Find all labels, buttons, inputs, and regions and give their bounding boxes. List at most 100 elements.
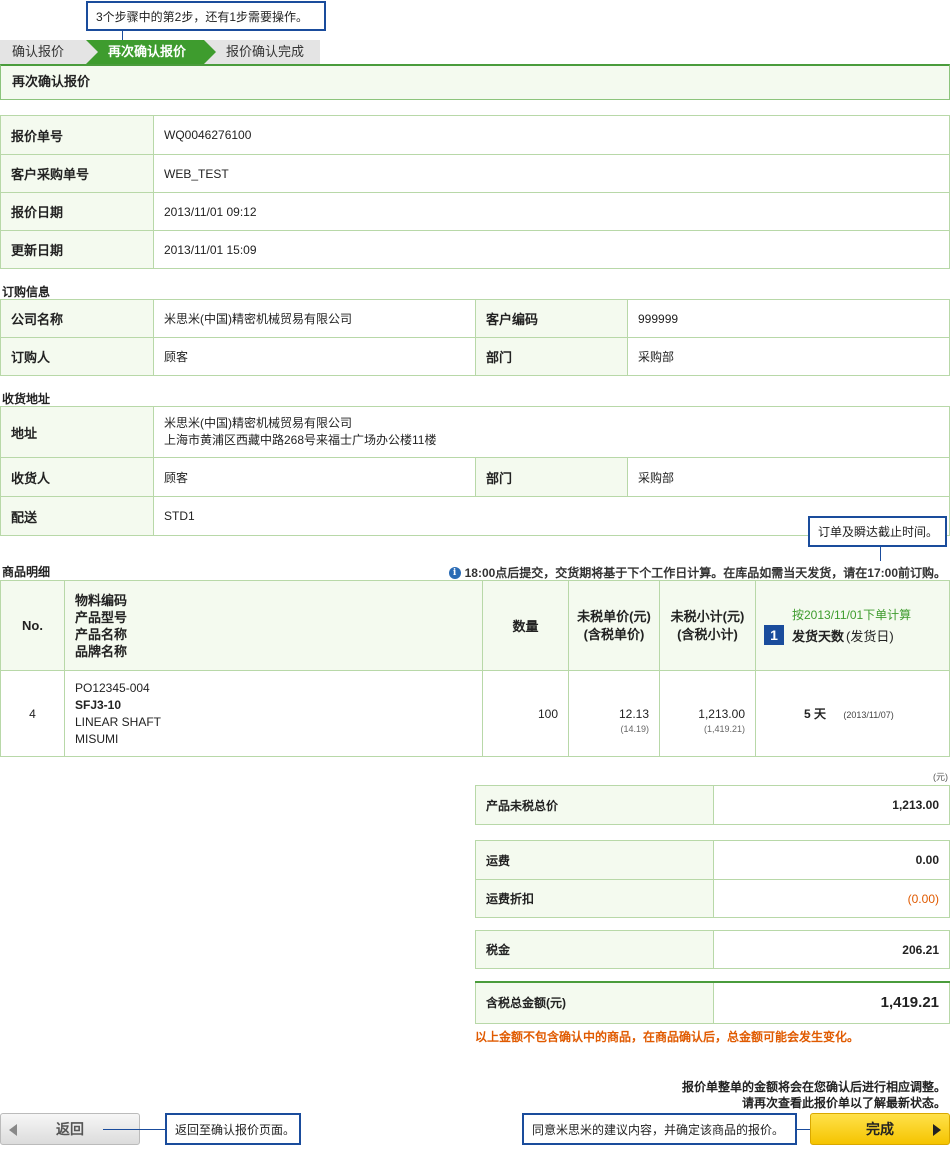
freight-discount-label: 运费折扣 xyxy=(475,879,714,918)
done-hint-callout: 同意米思米的建议内容，并确定该商品的报价。 xyxy=(522,1113,797,1145)
col-unit-price-label: 未税单价(元) xyxy=(577,608,651,624)
orderer-label: 订购人 xyxy=(0,337,154,376)
col-subtotal-tax-label: (含税小计) xyxy=(677,626,738,642)
quote-number-label: 报价单号 xyxy=(0,115,154,155)
quote-row-number: 报价单号 WQ0046276100 xyxy=(0,115,950,155)
receiver-value: 顾客 xyxy=(153,457,476,497)
row-no: 4 xyxy=(0,670,65,757)
address-line2: 上海市黄浦区西藏中路268号来福士广场办公楼11楼 xyxy=(164,433,437,447)
row-model: SFJ3-10 xyxy=(75,697,122,712)
complete-button-label: 完成 xyxy=(866,1121,894,1137)
step-reconfirm-quote: 再次确认报价 xyxy=(86,40,216,64)
col-product-name: 产品名称 xyxy=(75,626,128,642)
company-label: 公司名称 xyxy=(0,299,154,338)
freight-value: 0.00 xyxy=(713,840,950,880)
col-ship-days: 按2013/11/01下单计算 1 发货天数 (发货日) xyxy=(755,580,950,671)
page-title: 再次确认报价 xyxy=(0,64,950,100)
total-warning: 以上金额不包含确认中的商品，在商品确认后，总金额可能会发生变化。 xyxy=(475,1030,860,1044)
freight-table: 运费 0.00 运费折扣 (0.00) xyxy=(475,840,950,918)
col-unit-price-tax-label: (含税单价) xyxy=(583,626,645,642)
address-line1: 米思米(中国)精密机械贸易有限公司 xyxy=(164,416,352,430)
update-date-label: 更新日期 xyxy=(0,230,154,269)
row-codes: PO12345-004 SFJ3-10 LINEAR SHAFT MISUMI xyxy=(64,670,483,757)
cutoff-hint-callout: 订单及瞬达截止时间。 xyxy=(808,516,947,547)
step-hint-callout: 3个步骤中的第2步，还有1步需要操作。 xyxy=(86,1,326,31)
update-date-value: 2013/11/01 15:09 xyxy=(153,230,950,269)
quote-date-label: 报价日期 xyxy=(0,192,154,231)
orderer-value: 顾客 xyxy=(153,337,476,376)
complete-button[interactable]: 完成 xyxy=(810,1113,950,1145)
tax-value: 206.21 xyxy=(713,930,950,969)
customer-code-label: 客户编码 xyxy=(475,299,628,338)
quote-row-po: 客户采购单号 WEB_TEST xyxy=(0,154,950,193)
order-dept-label: 部门 xyxy=(475,337,628,376)
footer-notice-1: 报价单整单的金额将会在您确认后进行相应调整。 xyxy=(681,1080,946,1094)
net-total-value: 1,213.00 xyxy=(713,785,950,825)
currency-unit: (元) xyxy=(933,772,948,782)
footer-notice-2: 请再次查看此报价单以了解最新状态。 xyxy=(741,1096,946,1110)
step-hint-text: 3个步骤中的第2步，还有1步需要操作。 xyxy=(96,9,309,24)
ship-days-label: 发货天数 xyxy=(792,628,845,644)
cutoff-hint-connector xyxy=(880,547,881,561)
row-unit-price: 12.13 xyxy=(618,707,649,721)
quote-date-value: 2013/11/01 09:12 xyxy=(153,192,950,231)
delivery-label: 配送 xyxy=(0,496,154,536)
net-total-table: 产品未税总价 1,213.00 xyxy=(475,785,950,825)
quote-info-table: 报价单号 WQ0046276100 客户采购单号 WEB_TEST 报价日期 2… xyxy=(0,115,950,269)
ship-basis-text: 按2013/11/01下单计算 xyxy=(792,608,912,622)
col-codes: 物料编码 产品型号 产品名称 品牌名称 xyxy=(64,580,483,671)
info-icon: i xyxy=(448,566,461,579)
col-material-code: 物料编码 xyxy=(75,592,128,608)
row-ship-date: (2013/11/07) xyxy=(843,710,894,720)
back-hint-connector xyxy=(103,1129,165,1130)
customer-code-value: 999999 xyxy=(627,299,950,338)
done-hint-text: 同意米思米的建议内容，并确定该商品的报价。 xyxy=(532,1122,785,1137)
quote-row-updated: 更新日期 2013/11/01 15:09 xyxy=(0,230,950,269)
row-qty: 100 xyxy=(482,670,569,757)
quote-row-date: 报价日期 2013/11/01 09:12 xyxy=(0,192,950,231)
step-confirm-quote: 确认报价 xyxy=(12,44,65,59)
ship-dept-value: 采购部 xyxy=(627,457,950,497)
row-unit-price-cell: 12.13 (14.19) xyxy=(568,670,660,757)
ship-date-label: (发货日) xyxy=(846,628,894,644)
customer-po-label: 客户采购单号 xyxy=(0,154,154,193)
row-subtotal: 1,213.00 xyxy=(698,707,745,721)
receiver-label: 收货人 xyxy=(0,457,154,497)
tax-table: 税金 206.21 xyxy=(475,930,950,969)
row-ship-cell: 5 天 (2013/11/07) xyxy=(755,670,950,757)
tax-label: 税金 xyxy=(475,930,714,969)
cutoff-hint-text: 订单及瞬达截止时间。 xyxy=(818,525,939,539)
col-qty: 数量 xyxy=(482,580,569,671)
back-button-label: 返回 xyxy=(56,1121,84,1137)
freight-discount-value: (0.00) xyxy=(713,879,950,918)
row-subtotal-tax: (1,419.21) xyxy=(703,724,745,734)
table-row: 4 PO12345-004 SFJ3-10 LINEAR SHAFT MISUM… xyxy=(0,670,950,757)
address-label: 地址 xyxy=(0,406,154,458)
cutoff-note-text: 18:00点后提交，交货期将基于下个工作日计算。在库品如需当天发货，请在17:0… xyxy=(464,566,946,580)
row-product-name: LINEAR SHAFT xyxy=(75,714,162,729)
back-hint-callout: 返回至确认报价页面。 xyxy=(165,1113,301,1145)
forward-arrow-icon xyxy=(933,1124,941,1136)
ship-dept-label: 部门 xyxy=(475,457,628,497)
order-info-table: 公司名称 米思米(中国)精密机械贸易有限公司 客户编码 999999 订购人 顾… xyxy=(0,299,950,376)
row-brand: MISUMI xyxy=(75,731,119,746)
col-brand: 品牌名称 xyxy=(75,643,128,659)
col-no: No. xyxy=(0,580,65,671)
row-unit-price-tax: (14.19) xyxy=(620,724,649,734)
cutoff-note: i 18:00点后提交，交货期将基于下个工作日计算。在库品如需当天发货，请在17… xyxy=(448,564,946,581)
row-subtotal-cell: 1,213.00 (1,419.21) xyxy=(659,670,756,757)
customer-po-value: WEB_TEST xyxy=(153,154,950,193)
items-header-row: No. 物料编码 产品型号 产品名称 品牌名称 数量 未税单价(元) (含税单价… xyxy=(0,580,950,671)
order-dept-value: 采购部 xyxy=(627,337,950,376)
ship-badge-icon: 1 xyxy=(764,625,784,645)
grand-total-label: 含税总金额(元) xyxy=(475,981,714,1024)
back-hint-text: 返回至确认报价页面。 xyxy=(175,1122,296,1137)
col-subtotal-label: 未税小计(元) xyxy=(670,608,745,624)
progress-steps: 确认报价 再次确认报价 报价确认完成 xyxy=(0,40,320,64)
row-material-code: PO12345-004 xyxy=(75,680,150,695)
col-model: 产品型号 xyxy=(75,609,128,625)
quote-number-value: WQ0046276100 xyxy=(153,115,950,155)
company-value: 米思米(中国)精密机械贸易有限公司 xyxy=(153,299,476,338)
freight-label: 运费 xyxy=(475,840,714,880)
col-unit-price: 未税单价(元) (含税单价) xyxy=(568,580,660,671)
